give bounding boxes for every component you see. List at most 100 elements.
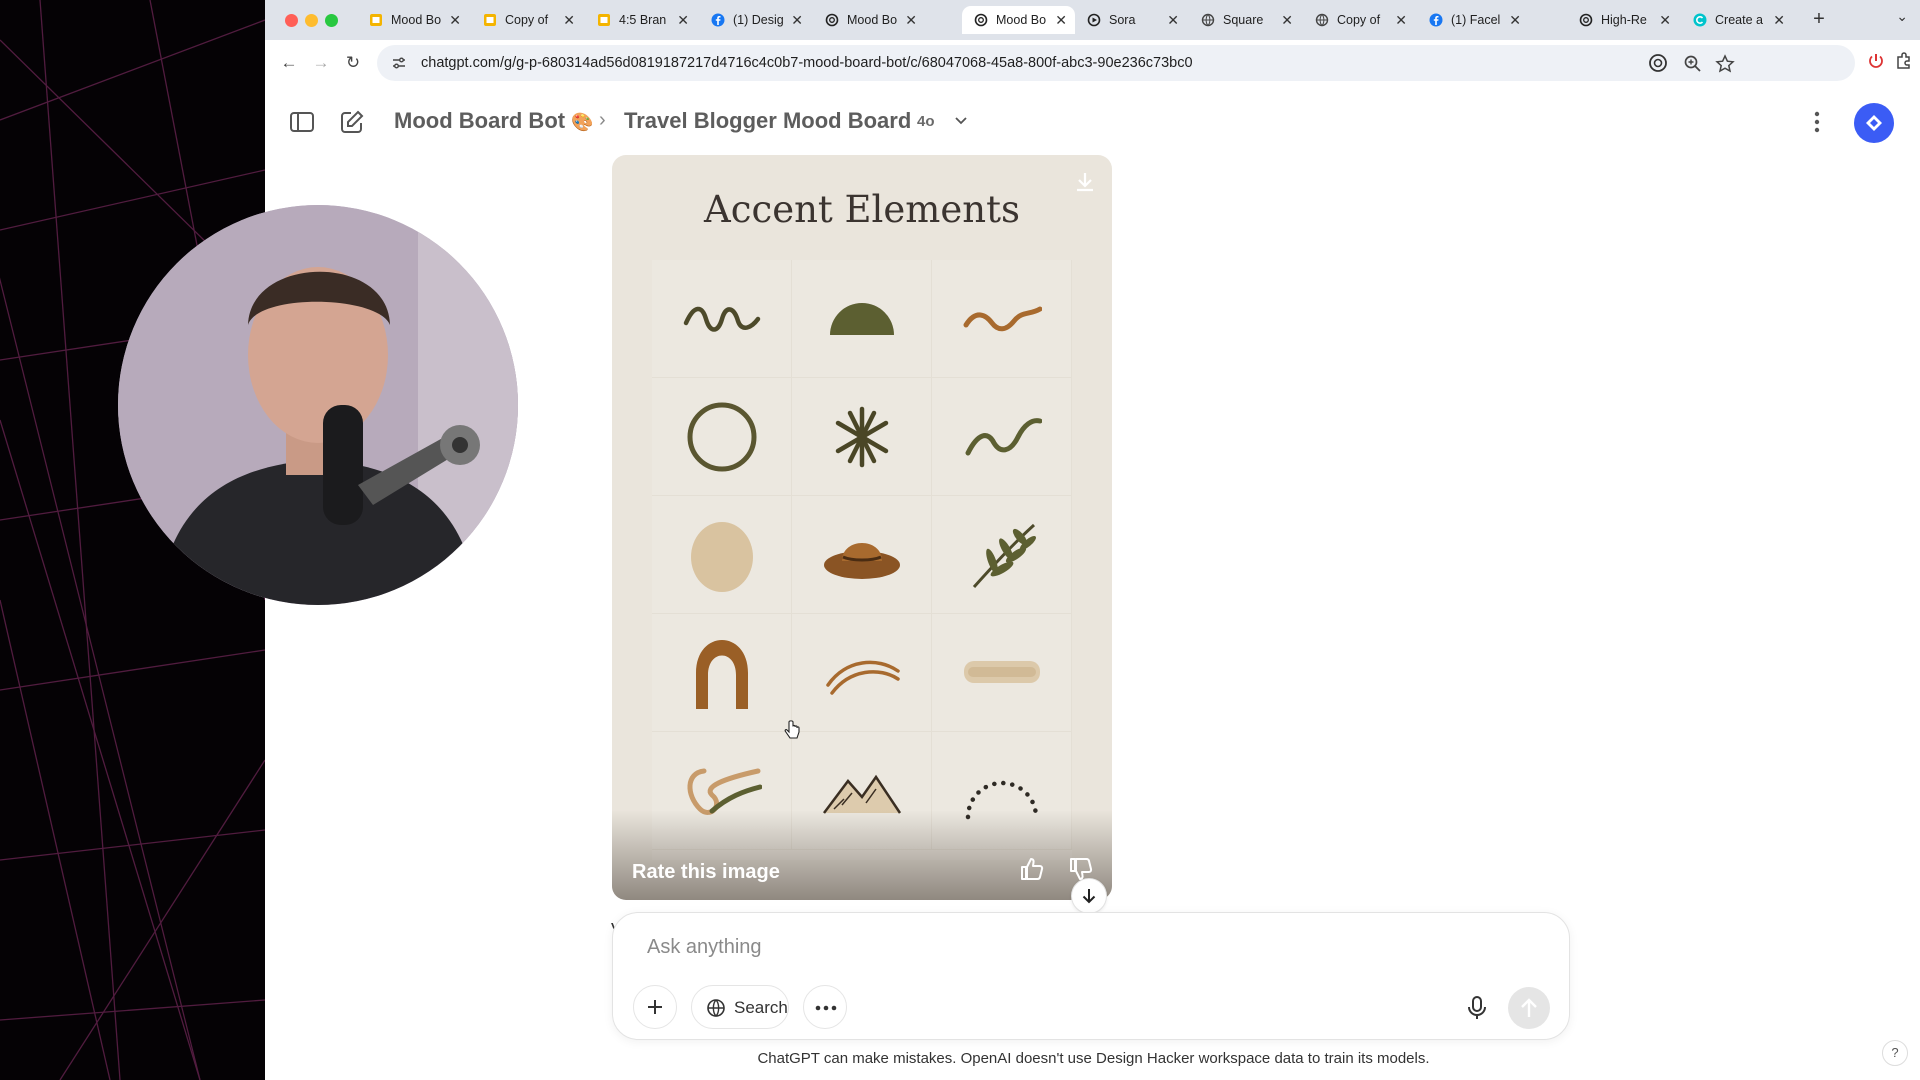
back-button[interactable]: ← — [275, 49, 303, 77]
model-label[interactable]: 4o — [917, 113, 935, 130]
tab-1[interactable]: Copy of ✕ — [471, 6, 583, 34]
attach-button[interactable] — [633, 985, 677, 1029]
new-tab-button[interactable]: + — [1805, 5, 1833, 33]
chat-title[interactable]: Travel Blogger Mood Board — [624, 108, 911, 134]
slides-icon — [370, 14, 382, 26]
tab-search-chevron-icon[interactable]: ⌄ — [1896, 8, 1908, 25]
tab-4[interactable]: Mood Bo ✕ — [813, 6, 925, 34]
extensions-puzzle-icon[interactable] — [1894, 51, 1914, 71]
ellipsis-icon — [815, 1005, 837, 1011]
thumbs-up-icon[interactable] — [1018, 855, 1046, 883]
tab-6[interactable]: Sora ✕ — [1075, 6, 1187, 34]
gpt-name-label: Mood Board Bot — [394, 108, 566, 133]
url-text: chatgpt.com/g/g-p-680314ad56d0819187217d… — [421, 55, 1193, 71]
openai-icon — [974, 13, 988, 27]
arrow-up-icon — [1521, 998, 1537, 1017]
tab-8[interactable]: Copy of ✕ — [1303, 6, 1415, 34]
sidebar-toggle-icon[interactable] — [288, 108, 316, 136]
plus-icon — [648, 1000, 662, 1014]
grid-cell — [932, 496, 1072, 614]
tab-close-icon[interactable]: ✕ — [677, 6, 689, 34]
zoom-icon[interactable] — [1683, 54, 1703, 74]
tab-label: Mood Bo — [847, 13, 898, 27]
reload-button[interactable]: ↻ — [339, 49, 367, 77]
tab-bar: Mood Bo ✕ Copy of ✕ 4:5 Bran ✕ (1) Desig… — [265, 0, 1920, 40]
globe-icon — [1201, 13, 1215, 27]
disclaimer-text: ChatGPT can make mistakes. OpenAI doesn'… — [265, 1050, 1920, 1067]
minimize-window-button[interactable] — [305, 14, 318, 27]
chatgpt-extension-icon[interactable] — [1647, 52, 1669, 74]
tab-label: Sora — [1109, 13, 1136, 27]
asterisk-icon — [835, 406, 889, 468]
grid-cell — [652, 260, 792, 378]
user-avatar[interactable] — [1854, 103, 1894, 143]
tab-close-icon[interactable]: ✕ — [791, 6, 803, 34]
forward-button[interactable]: → — [307, 49, 335, 77]
double-arc-icon — [826, 660, 900, 695]
facebook-icon — [711, 13, 725, 27]
tab-11[interactable]: Create a ✕ — [1681, 6, 1793, 34]
tab-close-icon[interactable]: ✕ — [1055, 6, 1067, 34]
presenter-video-frame — [118, 205, 518, 605]
tab-label: High-Re — [1601, 13, 1647, 27]
grid-cell — [932, 260, 1072, 378]
tab-close-icon[interactable]: ✕ — [1167, 6, 1179, 34]
tab-label: (1) Desig — [733, 13, 784, 27]
zoom-window-button[interactable] — [325, 14, 338, 27]
scroll-to-bottom-button[interactable] — [1071, 878, 1107, 914]
model-chevron-down-icon[interactable] — [953, 112, 969, 128]
breadcrumb-chevron-icon: › — [599, 109, 606, 131]
prompt-input[interactable] — [645, 935, 1509, 960]
tab-0[interactable]: Mood Bo ✕ — [357, 6, 469, 34]
slides-icon — [484, 14, 496, 26]
tab-5-active[interactable]: Mood Bo ✕ — [962, 6, 1075, 34]
tab-label: Square — [1223, 13, 1264, 27]
address-bar[interactable]: chatgpt.com/g/g-p-680314ad56d0819187217d… — [377, 45, 1855, 81]
tab-close-icon[interactable]: ✕ — [449, 6, 461, 34]
tab-close-icon[interactable]: ✕ — [1395, 6, 1407, 34]
microphone-icon[interactable] — [1459, 989, 1495, 1025]
close-window-button[interactable] — [285, 14, 298, 27]
tab-label: 4:5 Bran — [619, 13, 667, 27]
search-button[interactable]: Search — [691, 985, 789, 1029]
rate-image-label: Rate this image — [632, 861, 780, 883]
more-tools-button[interactable] — [803, 985, 847, 1029]
new-chat-icon[interactable] — [338, 108, 366, 136]
globe-icon — [1315, 13, 1329, 27]
tab-close-icon[interactable]: ✕ — [1659, 6, 1671, 34]
leaf-sprig-icon — [972, 523, 1036, 589]
more-options-icon[interactable] — [1805, 108, 1829, 136]
help-button[interactable]: ? — [1882, 1040, 1908, 1066]
generated-image[interactable]: Accent Elements Rate this image — [612, 155, 1112, 900]
grid-cell — [932, 614, 1072, 732]
tab-close-icon[interactable]: ✕ — [563, 6, 575, 34]
bookmark-star-icon[interactable] — [1715, 54, 1735, 74]
tab-9[interactable]: (1) Facel ✕ — [1417, 6, 1529, 34]
sora-icon — [1087, 13, 1101, 27]
disclaimer-label: ChatGPT can make mistakes. OpenAI doesn'… — [757, 1050, 1430, 1067]
tab-close-icon[interactable]: ✕ — [1281, 6, 1293, 34]
send-button[interactable] — [1508, 987, 1550, 1029]
tab-2[interactable]: 4:5 Bran ✕ — [585, 6, 697, 34]
tab-3[interactable]: (1) Desig ✕ — [699, 6, 811, 34]
mouse-cursor-icon — [784, 720, 800, 739]
power-extension-icon[interactable] — [1866, 51, 1886, 71]
slides-icon — [598, 14, 610, 26]
palette-emoji: 🎨 — [571, 112, 594, 132]
tab-7[interactable]: Square ✕ — [1189, 6, 1301, 34]
tab-close-icon[interactable]: ✕ — [905, 6, 917, 34]
tab-10[interactable]: High-Re ✕ — [1567, 6, 1679, 34]
tab-close-icon[interactable]: ✕ — [1509, 6, 1521, 34]
tab-label: Copy of — [505, 13, 549, 27]
brush-squiggle-icon — [963, 306, 1042, 332]
download-icon[interactable] — [1072, 169, 1098, 195]
accent-elements-grid — [652, 260, 1072, 860]
pebble-icon — [691, 522, 753, 592]
gpt-name[interactable]: Mood Board Bot 🎨 — [394, 108, 594, 134]
grid-cell — [792, 496, 932, 614]
openai-icon — [825, 13, 839, 27]
site-settings-icon[interactable] — [391, 55, 407, 71]
tab-label: Copy of — [1337, 13, 1381, 27]
tab-close-icon[interactable]: ✕ — [1773, 6, 1785, 34]
search-label: Search — [734, 998, 788, 1017]
